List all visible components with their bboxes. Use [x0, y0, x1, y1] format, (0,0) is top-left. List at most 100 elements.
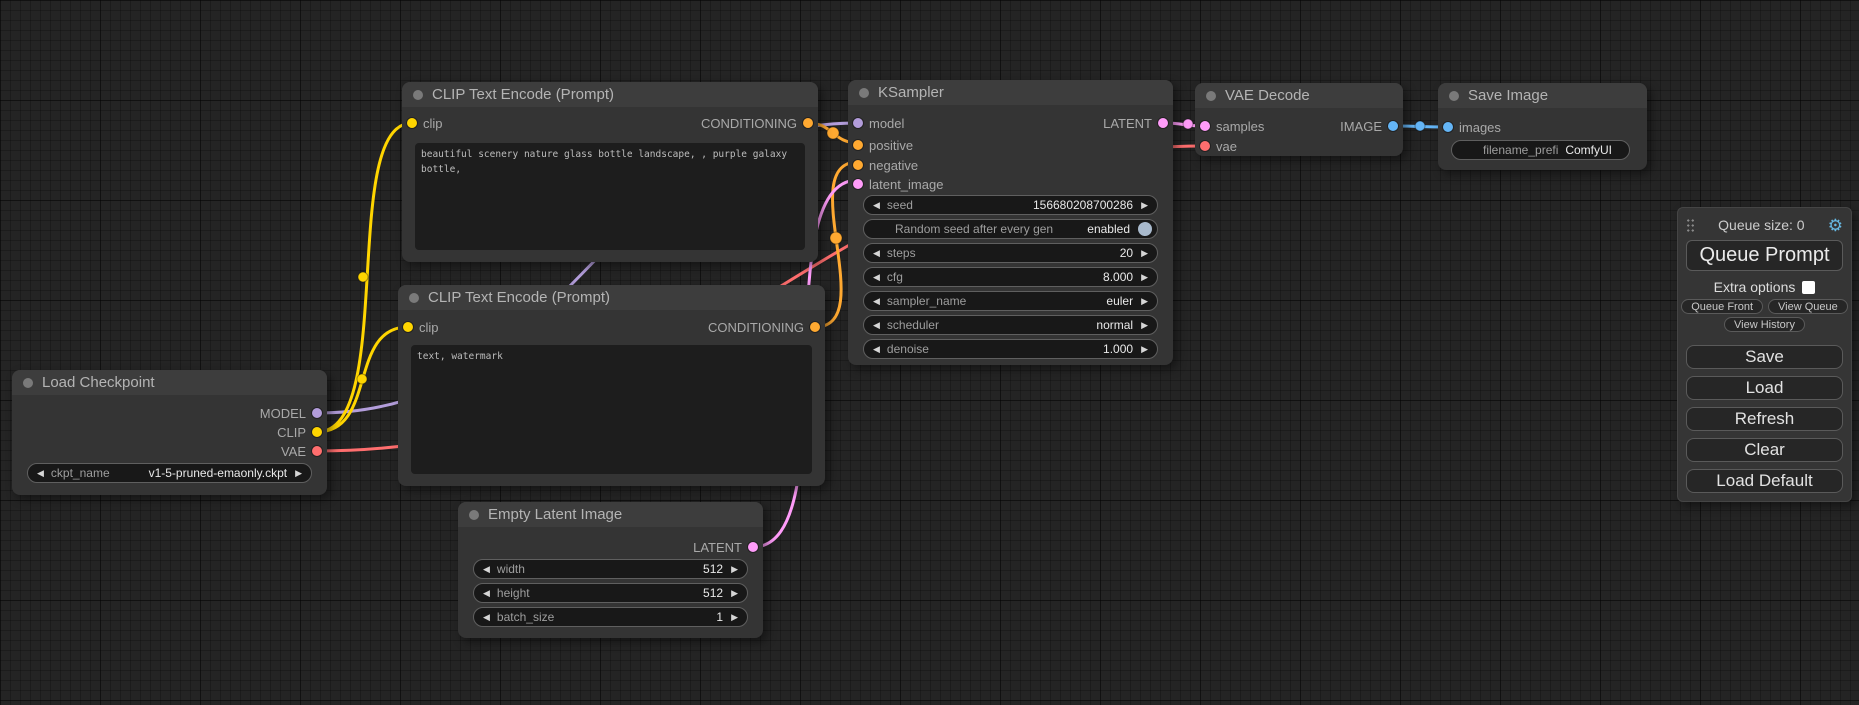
decrement-arrow-icon[interactable]: ◀ [483, 565, 490, 574]
input-slot-clip[interactable]: clip [403, 319, 439, 335]
latent-port-icon[interactable] [748, 542, 758, 552]
increment-arrow-icon[interactable]: ▶ [731, 613, 738, 622]
widget-height[interactable]: ◀ height 512 ▶ [473, 583, 748, 603]
collapse-dot-icon[interactable] [413, 90, 423, 100]
conditioning-port-icon[interactable] [853, 140, 863, 150]
load-default-button[interactable]: Load Default [1686, 469, 1843, 493]
node-load-checkpoint[interactable]: Load Checkpoint MODEL CLIP VAE ◀ ckpt_na… [12, 370, 327, 495]
node-title-bar[interactable]: Save Image [1438, 83, 1647, 108]
clip-port-icon[interactable] [407, 118, 417, 128]
input-slot-positive[interactable]: positive [853, 137, 913, 153]
output-slot-latent[interactable]: LATENT [693, 539, 758, 555]
clear-button[interactable]: Clear [1686, 438, 1843, 462]
node-title-bar[interactable]: CLIP Text Encode (Prompt) [398, 285, 825, 310]
widget-seed[interactable]: ◀ seed 156680208700286 ▶ [863, 195, 1158, 215]
save-button[interactable]: Save [1686, 345, 1843, 369]
node-empty-latent-image[interactable]: Empty Latent Image LATENT ◀ width 512 ▶ … [458, 502, 763, 638]
conditioning-port-icon[interactable] [803, 118, 813, 128]
view-queue-button[interactable]: View Queue [1768, 299, 1848, 314]
node-title-bar[interactable]: Empty Latent Image [458, 502, 763, 527]
increment-arrow-icon[interactable]: ▶ [1141, 249, 1148, 258]
collapse-dot-icon[interactable] [409, 293, 419, 303]
vae-port-icon[interactable] [1200, 141, 1210, 151]
toggle-icon[interactable] [1138, 222, 1152, 236]
output-slot-clip[interactable]: CLIP [277, 424, 322, 440]
output-slot-model[interactable]: MODEL [260, 405, 322, 421]
decrement-arrow-icon[interactable]: ◀ [873, 201, 880, 210]
extra-options-checkbox[interactable] [1802, 281, 1815, 294]
decrement-arrow-icon[interactable]: ◀ [873, 345, 880, 354]
vae-port-icon[interactable] [312, 446, 322, 456]
output-slot-vae[interactable]: VAE [281, 443, 322, 459]
queue-front-button[interactable]: Queue Front [1681, 299, 1763, 314]
output-slot-conditioning[interactable]: CONDITIONING [708, 319, 820, 335]
increment-arrow-icon[interactable]: ▶ [731, 565, 738, 574]
decrement-arrow-icon[interactable]: ◀ [873, 297, 880, 306]
queue-prompt-button[interactable]: Queue Prompt [1686, 240, 1843, 271]
node-clip-text-encode-positive[interactable]: CLIP Text Encode (Prompt) clip CONDITION… [402, 82, 818, 262]
node-title-bar[interactable]: CLIP Text Encode (Prompt) [402, 82, 818, 107]
drag-handle-icon[interactable] [1686, 218, 1695, 233]
prompt-text-area[interactable]: beautiful scenery nature glass bottle la… [415, 143, 805, 250]
latent-port-icon[interactable] [853, 179, 863, 189]
widget-batch-size[interactable]: ◀ batch_size 1 ▶ [473, 607, 748, 627]
image-port-icon[interactable] [1388, 121, 1398, 131]
decrement-arrow-icon[interactable]: ◀ [483, 589, 490, 598]
decrement-arrow-icon[interactable]: ◀ [873, 321, 880, 330]
collapse-dot-icon[interactable] [23, 378, 33, 388]
decrement-arrow-icon[interactable]: ◀ [37, 469, 44, 478]
decrement-arrow-icon[interactable]: ◀ [483, 613, 490, 622]
node-title-bar[interactable]: Load Checkpoint [12, 370, 327, 395]
latent-port-icon[interactable] [1158, 118, 1168, 128]
collapse-dot-icon[interactable] [1206, 91, 1216, 101]
model-port-icon[interactable] [312, 408, 322, 418]
node-save-image[interactable]: Save Image images filename_prefix ComfyU… [1438, 83, 1647, 170]
increment-arrow-icon[interactable]: ▶ [1141, 201, 1148, 210]
refresh-button[interactable]: Refresh [1686, 407, 1843, 431]
decrement-arrow-icon[interactable]: ◀ [873, 273, 880, 282]
conditioning-port-icon[interactable] [853, 160, 863, 170]
input-slot-clip[interactable]: clip [407, 115, 443, 131]
widget-width[interactable]: ◀ width 512 ▶ [473, 559, 748, 579]
widget-steps[interactable]: ◀ steps 20 ▶ [863, 243, 1158, 263]
node-clip-text-encode-negative[interactable]: CLIP Text Encode (Prompt) clip CONDITION… [398, 285, 825, 486]
input-slot-images[interactable]: images [1443, 119, 1501, 135]
node-title-bar[interactable]: VAE Decode [1195, 83, 1403, 108]
input-slot-samples[interactable]: samples [1200, 118, 1264, 134]
increment-arrow-icon[interactable]: ▶ [295, 469, 302, 478]
widget-denoise[interactable]: ◀ denoise 1.000 ▶ [863, 339, 1158, 359]
view-history-button[interactable]: View History [1724, 317, 1805, 332]
node-title-bar[interactable]: KSampler [848, 80, 1173, 105]
collapse-dot-icon[interactable] [859, 88, 869, 98]
output-slot-conditioning[interactable]: CONDITIONING [701, 115, 813, 131]
image-port-icon[interactable] [1443, 122, 1453, 132]
clip-port-icon[interactable] [312, 427, 322, 437]
model-port-icon[interactable] [853, 118, 863, 128]
increment-arrow-icon[interactable]: ▶ [1141, 273, 1148, 282]
gear-icon[interactable]: ⚙ [1828, 217, 1843, 234]
increment-arrow-icon[interactable]: ▶ [1141, 297, 1148, 306]
widget-scheduler[interactable]: ◀ scheduler normal ▶ [863, 315, 1158, 335]
widget-random-seed[interactable]: Random seed after every gen enabled [863, 219, 1158, 239]
output-slot-image[interactable]: IMAGE [1340, 118, 1398, 134]
widget-filename-prefix[interactable]: filename_prefix ComfyUI [1451, 140, 1630, 160]
increment-arrow-icon[interactable]: ▶ [1141, 321, 1148, 330]
output-slot-latent[interactable]: LATENT [1103, 115, 1168, 131]
input-slot-latent-image[interactable]: latent_image [853, 176, 943, 192]
clip-port-icon[interactable] [403, 322, 413, 332]
collapse-dot-icon[interactable] [469, 510, 479, 520]
load-button[interactable]: Load [1686, 376, 1843, 400]
collapse-dot-icon[interactable] [1449, 91, 1459, 101]
increment-arrow-icon[interactable]: ▶ [731, 589, 738, 598]
decrement-arrow-icon[interactable]: ◀ [873, 249, 880, 258]
widget-ckpt-name[interactable]: ◀ ckpt_name v1-5-pruned-emaonly.ckpt ▶ [27, 463, 312, 483]
latent-port-icon[interactable] [1200, 121, 1210, 131]
increment-arrow-icon[interactable]: ▶ [1141, 345, 1148, 354]
node-ksampler[interactable]: KSampler model positive negative latent_… [848, 80, 1173, 365]
input-slot-negative[interactable]: negative [853, 157, 918, 173]
input-slot-model[interactable]: model [853, 115, 904, 131]
widget-cfg[interactable]: ◀ cfg 8.000 ▶ [863, 267, 1158, 287]
node-vae-decode[interactable]: VAE Decode samples vae IMAGE [1195, 83, 1403, 156]
widget-sampler-name[interactable]: ◀ sampler_name euler ▶ [863, 291, 1158, 311]
input-slot-vae[interactable]: vae [1200, 138, 1237, 154]
